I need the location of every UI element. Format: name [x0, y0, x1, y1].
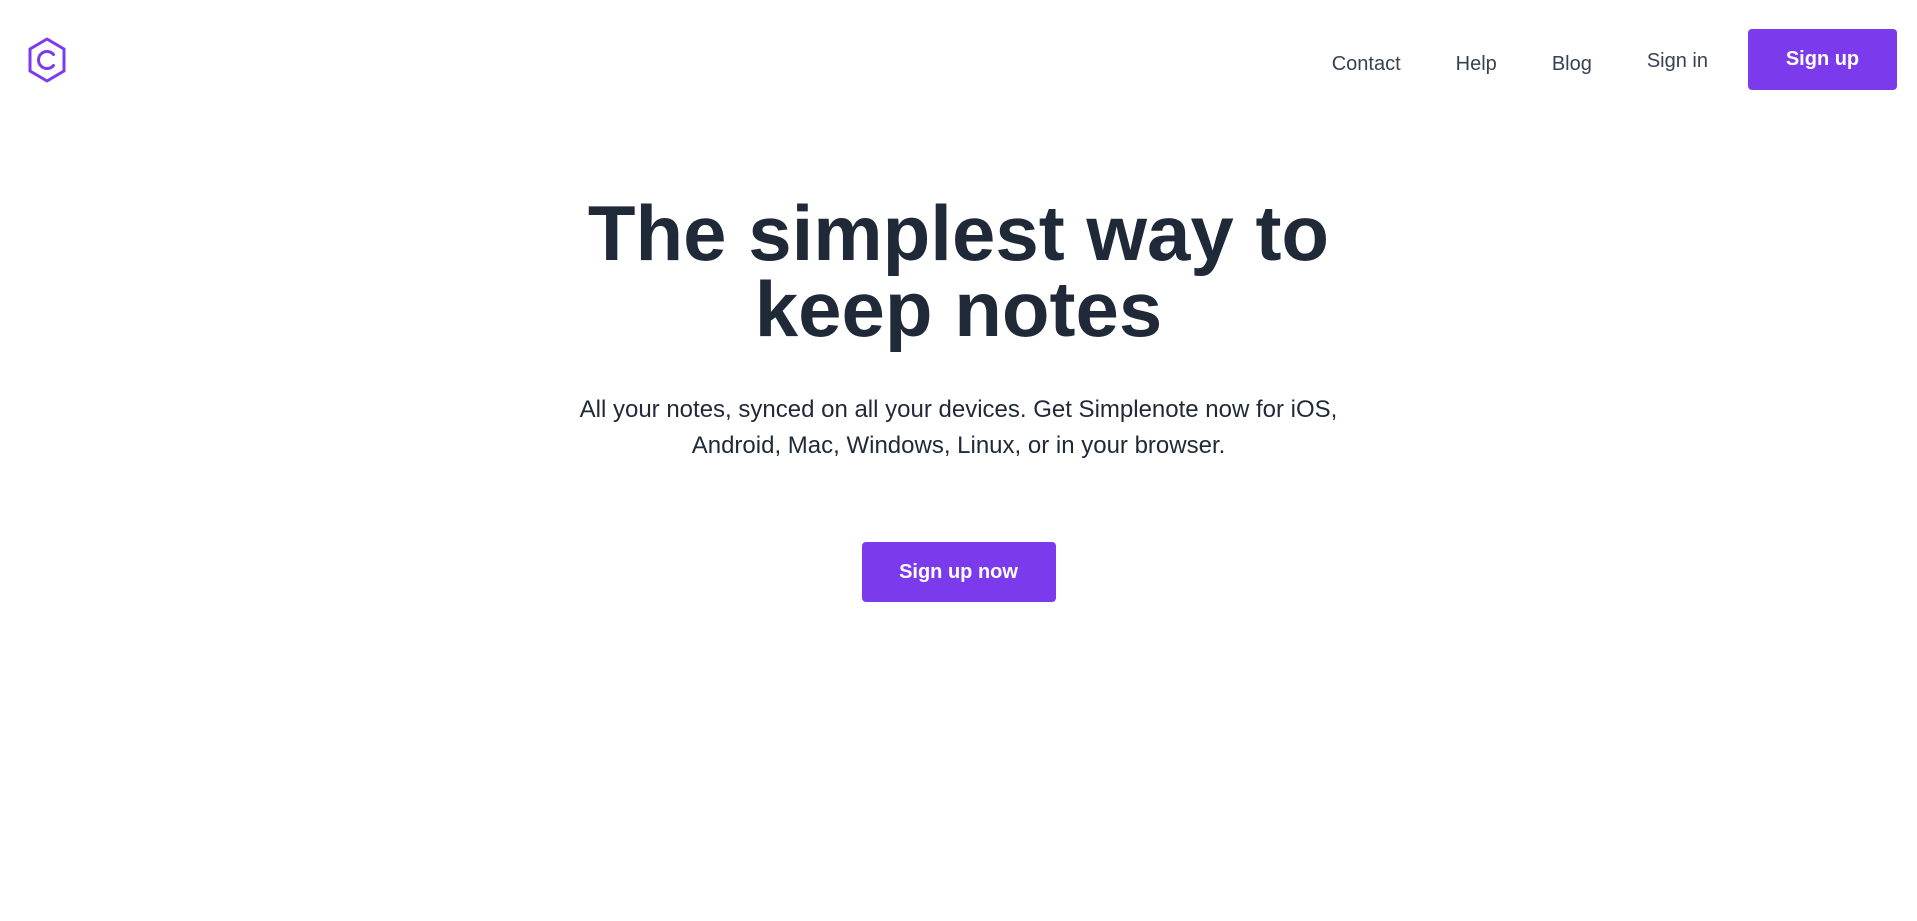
- hero-subtitle: All your notes, synced on all your devic…: [579, 396, 1338, 459]
- landing-page: Contact Help Blog Sign in Sign up The si…: [0, 0, 1917, 921]
- sign-up-now-button[interactable]: Sign up now: [861, 542, 1056, 602]
- hero-title: The simplest way to keep notes: [587, 189, 1330, 353]
- simplenote-logo-icon[interactable]: [27, 37, 67, 83]
- cta-container: Sign up now: [0, 542, 1917, 602]
- nav-help-link[interactable]: Help: [1456, 54, 1497, 74]
- nav-blog-link[interactable]: Blog: [1552, 54, 1592, 74]
- hero-section: The simplest way to keep notes All your …: [0, 189, 1917, 602]
- sign-up-button[interactable]: Sign up: [1748, 29, 1897, 90]
- sign-in-link[interactable]: Sign in: [1647, 51, 1708, 71]
- site-header: Contact Help Blog Sign in Sign up: [0, 0, 1917, 120]
- nav-contact-link[interactable]: Contact: [1332, 54, 1401, 74]
- top-navigation: Contact Help Blog Sign in Sign up: [1332, 29, 1897, 90]
